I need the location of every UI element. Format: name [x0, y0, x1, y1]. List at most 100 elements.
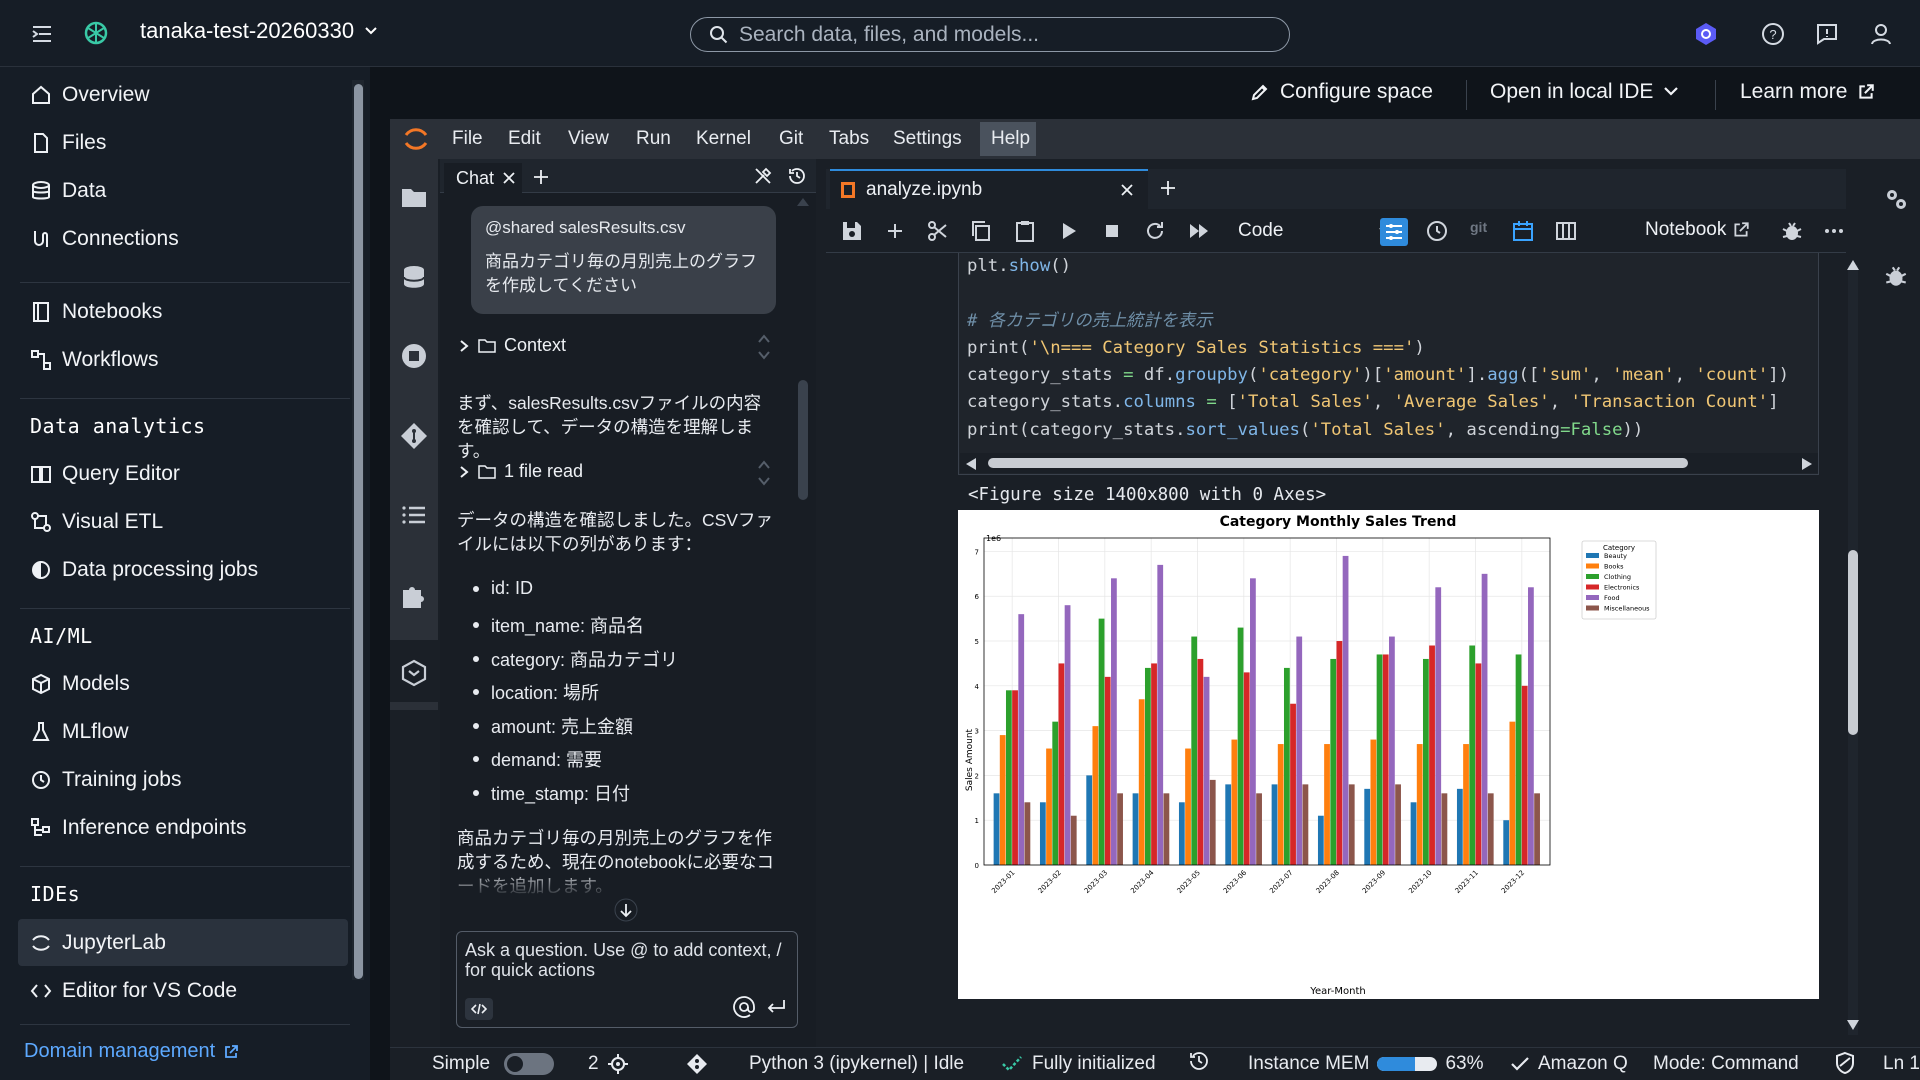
- copy-icon[interactable]: [969, 219, 993, 243]
- scroll-right-arrow[interactable]: [1802, 458, 1812, 470]
- shield-icon[interactable]: [1834, 1051, 1856, 1075]
- context-expander[interactable]: Context: [458, 335, 566, 356]
- close-icon[interactable]: [1120, 183, 1134, 197]
- notebook-scrollbar[interactable]: [1848, 265, 1858, 1035]
- save-icon[interactable]: [840, 219, 864, 243]
- database-icon[interactable]: [399, 262, 429, 292]
- mode-command[interactable]: Mode: Command: [1653, 1053, 1799, 1075]
- code-horizontal-scrollbar[interactable]: [960, 453, 1818, 473]
- menu-collapse-icon[interactable]: [28, 20, 56, 48]
- terminal-count[interactable]: 2: [588, 1053, 629, 1075]
- kernel-status[interactable]: Python 3 (ipykernel) | Idle: [749, 1053, 964, 1075]
- feedback-icon[interactable]: [1813, 20, 1841, 48]
- expand-toggle-icon[interactable]: [757, 332, 771, 362]
- list-icon[interactable]: [399, 500, 429, 530]
- paste-icon[interactable]: [1013, 219, 1037, 243]
- extension-puzzle-icon[interactable]: [399, 580, 429, 610]
- insert-cell-plus-icon[interactable]: [883, 219, 907, 243]
- toggle-switch[interactable]: [504, 1053, 555, 1075]
- sidebar-item-training-jobs[interactable]: Training jobs: [30, 765, 181, 795]
- menu-git[interactable]: Git: [779, 128, 803, 150]
- restart-kernel-icon[interactable]: [1143, 219, 1167, 243]
- debugger-bug-icon[interactable]: [1883, 263, 1909, 289]
- search-input[interactable]: Search data, files, and models...: [690, 17, 1290, 52]
- at-mention-icon[interactable]: [733, 996, 755, 1018]
- folder-icon[interactable]: [399, 182, 429, 212]
- git-diff-icon[interactable]: git: [1470, 219, 1487, 235]
- sidebar-item-vscode[interactable]: Editor for VS Code: [30, 976, 237, 1006]
- scroll-down-arrow[interactable]: [1847, 1020, 1859, 1030]
- prompt-library-button[interactable]: [465, 998, 493, 1020]
- code-scrollbar-thumb[interactable]: [988, 458, 1688, 468]
- learn-more-link[interactable]: Learn more: [1740, 80, 1875, 104]
- close-icon[interactable]: [502, 171, 516, 185]
- cell-type-select[interactable]: Code: [1230, 216, 1400, 246]
- chat-input[interactable]: Ask a question. Use @ to add context, / …: [456, 931, 798, 1028]
- git-branch-icon[interactable]: [685, 1052, 709, 1076]
- amazon-q-status[interactable]: Amazon Q: [1510, 1053, 1628, 1075]
- menu-kernel[interactable]: Kernel: [696, 128, 751, 150]
- menu-tabs[interactable]: Tabs: [829, 128, 869, 150]
- new-tab-plus-icon[interactable]: [531, 167, 551, 187]
- settings-sliders-icon[interactable]: [1382, 220, 1406, 244]
- menu-settings[interactable]: Settings: [893, 128, 962, 150]
- send-enter-icon[interactable]: [765, 996, 787, 1018]
- more-options-icon[interactable]: [1822, 219, 1846, 243]
- sidebar-item-visual-etl[interactable]: Visual ETL: [30, 507, 163, 537]
- history-icon[interactable]: [787, 166, 807, 186]
- sidebar-item-notebooks[interactable]: Notebooks: [30, 297, 162, 327]
- file-read-expander[interactable]: 1 file read: [458, 461, 583, 482]
- domain-management-link[interactable]: Domain management: [24, 1040, 239, 1063]
- menu-view[interactable]: View: [568, 128, 609, 150]
- help-icon[interactable]: ?: [1759, 20, 1787, 48]
- history-clock-icon[interactable]: [1188, 1050, 1210, 1072]
- user-profile-icon[interactable]: [1867, 20, 1895, 48]
- sidebar-item-files[interactable]: Files: [30, 128, 106, 158]
- notebook-scrollbar-thumb[interactable]: [1848, 550, 1858, 735]
- git-icon[interactable]: [399, 421, 429, 451]
- initialization-status[interactable]: Fully initialized: [1000, 1053, 1156, 1075]
- sidebar-item-connections[interactable]: Connections: [30, 224, 179, 254]
- scroll-up-arrow[interactable]: [1847, 260, 1859, 270]
- run-all-fast-forward-icon[interactable]: [1187, 219, 1211, 243]
- sidebar-item-data-processing-jobs[interactable]: Data processing jobs: [30, 555, 258, 585]
- sidebar-item-models[interactable]: Models: [30, 669, 130, 699]
- menu-edit[interactable]: Edit: [508, 128, 541, 150]
- dashboard-icon[interactable]: [1554, 219, 1578, 243]
- amazon-q-icon[interactable]: [1692, 20, 1720, 48]
- run-cell-icon[interactable]: [1056, 219, 1080, 243]
- chat-scrollbar-thumb[interactable]: [798, 380, 808, 500]
- amazon-q-chat-icon[interactable]: [399, 658, 429, 688]
- menu-file[interactable]: File: [452, 128, 483, 150]
- sidebar-item-query-editor[interactable]: Query Editor: [30, 459, 180, 489]
- menu-help[interactable]: Help: [991, 128, 1030, 150]
- sidebar-item-mlflow[interactable]: MLflow: [30, 717, 129, 747]
- menu-run[interactable]: Run: [636, 128, 671, 150]
- code-cell-editor[interactable]: plt.show() # 各カテゴリの売上統計を表示 print('\n=== …: [958, 253, 1819, 475]
- open-local-ide-button[interactable]: Open in local IDE: [1490, 80, 1679, 104]
- clock-history-icon[interactable]: [1425, 219, 1449, 243]
- notebook-kernel-button[interactable]: Notebook: [1645, 219, 1750, 241]
- sidebar-item-overview[interactable]: Overview: [30, 80, 150, 110]
- scroll-to-bottom-icon[interactable]: [614, 898, 638, 922]
- domain-logo-icon[interactable]: [82, 19, 110, 47]
- simple-mode-toggle[interactable]: Simple: [432, 1053, 555, 1075]
- tab-chat[interactable]: Chat: [444, 163, 522, 193]
- debug-bug-icon[interactable]: [1780, 219, 1804, 243]
- tools-icon[interactable]: [753, 166, 773, 186]
- cut-icon[interactable]: [926, 219, 950, 243]
- sidebar-scrollbar-thumb[interactable]: [354, 84, 363, 979]
- sidebar-item-workflows[interactable]: Workflows: [30, 345, 158, 375]
- sidebar-item-inference-endpoints[interactable]: Inference endpoints: [30, 813, 246, 843]
- expand-toggle-icon[interactable]: [757, 458, 771, 488]
- tab-analyze-notebook[interactable]: analyze.ipynb: [830, 169, 1148, 209]
- property-inspector-gears-icon[interactable]: [1882, 185, 1910, 213]
- project-selector[interactable]: tanaka-test-20260330: [140, 18, 378, 44]
- sidebar-item-data[interactable]: Data: [30, 176, 106, 206]
- configure-space-button[interactable]: Configure space: [1250, 80, 1433, 104]
- scroll-up-arrow[interactable]: [797, 198, 809, 206]
- new-tab-plus-icon[interactable]: [1158, 178, 1178, 198]
- stop-kernel-icon[interactable]: [1100, 219, 1124, 243]
- stop-circle-icon[interactable]: [399, 341, 429, 371]
- scheduler-calendar-icon[interactable]: [1511, 219, 1535, 243]
